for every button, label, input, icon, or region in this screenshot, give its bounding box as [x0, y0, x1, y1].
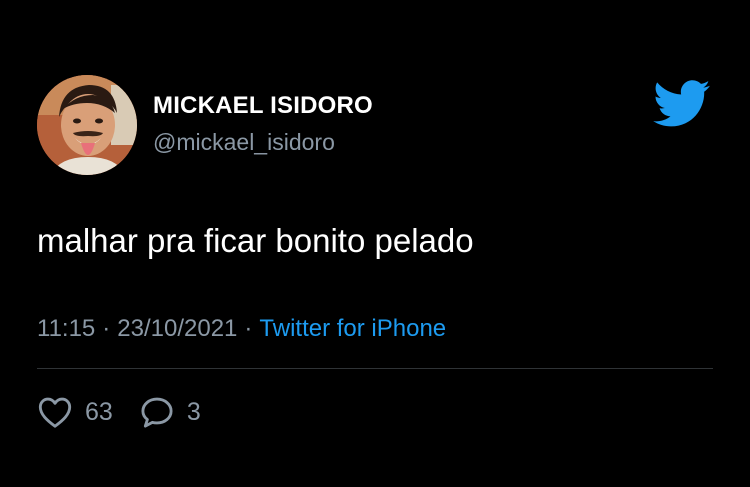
author-display-name[interactable]: MICKAEL ISIDORO — [153, 92, 373, 120]
speech-bubble-icon — [141, 397, 173, 428]
like-count: 63 — [85, 397, 113, 426]
tweet-actions: 63 3 — [37, 392, 201, 432]
reply-count: 3 — [186, 397, 201, 426]
twitter-bird-icon — [653, 80, 710, 127]
divider — [37, 368, 713, 369]
heart-icon — [38, 397, 72, 428]
avatar-photo — [37, 75, 137, 175]
tweet-time[interactable]: 11:15 — [37, 315, 95, 342]
tweet-text: malhar pra ficar bonito pelado — [37, 222, 474, 259]
author-handle[interactable]: @mickael_isidoro — [153, 129, 335, 156]
tweet-metadata: 11:15 · 23/10/2021 · Twitter for iPhone — [37, 315, 446, 343]
avatar[interactable] — [37, 75, 137, 175]
tweet-date[interactable]: 23/10/2021 — [117, 315, 237, 342]
meta-separator: · — [244, 315, 253, 342]
like-button[interactable]: 63 — [37, 395, 113, 429]
reply-button[interactable]: 3 — [139, 395, 201, 429]
tweet-source-link[interactable]: Twitter for iPhone — [259, 315, 446, 342]
meta-separator: · — [102, 315, 111, 342]
tweet-card: MICKAEL ISIDORO @mickael_isidoro malhar … — [0, 0, 750, 487]
